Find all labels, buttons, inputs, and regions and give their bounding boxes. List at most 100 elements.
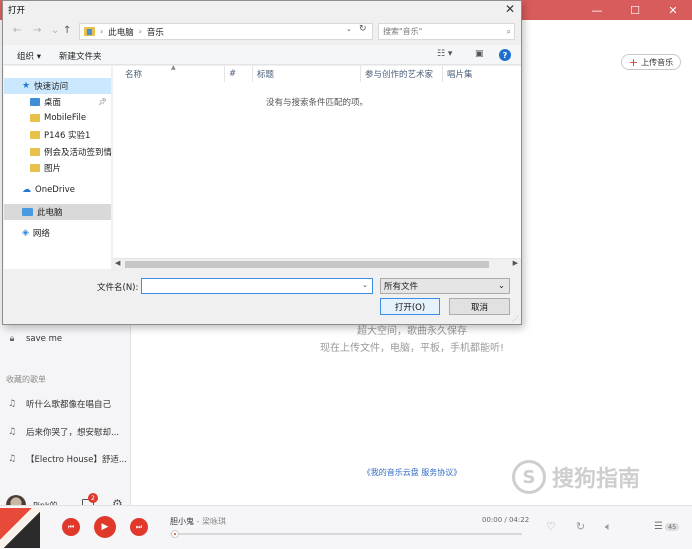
nav-item-label: 快速访问 — [34, 82, 69, 92]
refresh-icon[interactable]: ↻ — [359, 24, 367, 34]
plus-icon: + — [628, 55, 639, 69]
playlist-item[interactable]: ♫ 听什么歌都像在唱自己 — [6, 398, 111, 410]
nav-item-mobilefile[interactable]: MobileFile — [4, 110, 111, 126]
scroll-right-icon[interactable]: ▶ — [513, 259, 518, 267]
sidebar-item-label: save me — [26, 334, 63, 344]
dialog-nav-row: ← → ⌄ ↑ › 此电脑 › 音乐 ⌄ ↻ 搜索"音乐" ⌕ — [3, 21, 521, 43]
nav-item-label: 网络 — [32, 229, 50, 239]
scroll-left-icon[interactable]: ◀ — [115, 259, 120, 267]
nav-item-label: MobileFile — [44, 113, 87, 123]
loop-icon[interactable]: ↻ — [576, 520, 585, 534]
playlist-button[interactable]: ☰ 45 — [654, 521, 680, 532]
playlist-icon: ♫ — [7, 399, 17, 409]
search-input[interactable]: 搜索"音乐" ⌕ — [378, 23, 515, 40]
nav-item-meeting-checkin[interactable]: 例会及活动签到情况 — [4, 144, 111, 160]
playlist-count: 45 — [664, 522, 680, 531]
nav-item-desktop[interactable]: 桌面 📌︎ — [4, 94, 111, 110]
song-info: 胆小鬼 - 梁咏琪 — [170, 517, 226, 526]
address-dropdown-icon[interactable]: ⌄ — [346, 25, 352, 33]
nav-item-network[interactable]: ◈ 网络 — [4, 225, 111, 241]
nav-pane-scroll-area — [4, 258, 111, 269]
search-icon: ⌕ — [506, 26, 511, 36]
column-header-artists[interactable]: 参与创作的艺术家 — [361, 66, 443, 82]
filetype-select[interactable]: 所有文件 ⌄ — [380, 278, 510, 294]
nav-item-pictures[interactable]: 图片 — [4, 160, 111, 176]
album-art[interactable] — [0, 508, 40, 548]
pin-icon: 📌︎ — [98, 98, 107, 106]
playlist-item[interactable]: ♫ 【Electro House】舒适... — [6, 453, 127, 465]
filetype-value: 所有文件 — [384, 282, 419, 292]
horizontal-scrollbar[interactable]: ◀ ▶ — [113, 258, 521, 269]
upload-music-button[interactable]: + 上传音乐 — [621, 54, 681, 70]
chevron-down-icon: ⌄ — [497, 281, 505, 291]
close-button[interactable]: ✕ — [654, 0, 692, 20]
dialog-title: 打开 — [8, 6, 26, 16]
breadcrumb-this-pc[interactable]: 此电脑 — [108, 26, 134, 38]
folder-icon — [30, 114, 40, 122]
collected-playlists-header: 收藏的歌单 — [6, 375, 46, 384]
filename-input[interactable] — [141, 278, 373, 294]
network-icon: ◈ — [22, 228, 29, 238]
navigation-pane: ★ 快速访问 桌面 📌︎ MobileFile P146 实验1 例会及活动签到… — [4, 66, 111, 258]
column-header-number[interactable]: # — [225, 66, 253, 82]
back-button[interactable]: ← — [13, 25, 21, 36]
column-header-name[interactable]: 名称 — [121, 66, 225, 82]
lock-icon: 🔒︎ — [9, 334, 15, 344]
like-icon[interactable]: ♡ — [546, 520, 556, 534]
star-icon: ★ — [22, 81, 31, 91]
scrollbar-thumb[interactable] — [125, 261, 489, 268]
column-header-album[interactable]: 唱片集 — [443, 66, 503, 82]
nav-item-p146[interactable]: P146 实验1 — [4, 127, 111, 143]
column-header-title[interactable]: 标题 — [253, 66, 361, 82]
previous-track-button[interactable]: ⏮ — [62, 518, 80, 536]
nav-item-label: 图片 — [44, 164, 62, 174]
nav-item-onedrive[interactable]: ☁ OneDrive — [4, 182, 111, 198]
recent-locations-button[interactable]: ⌄ — [51, 25, 59, 36]
up-button[interactable]: ↑ — [63, 25, 71, 36]
filename-dropdown-icon[interactable]: ⌄ — [362, 281, 368, 289]
playback-time: 00:00 / 04:22 — [482, 516, 530, 524]
maximize-button[interactable]: ☐ — [616, 0, 654, 20]
command-bar: 组织 ▾ 新建文件夹 ☷ ▾ ▣ ? — [3, 45, 521, 65]
cancel-button[interactable]: 取消 — [449, 298, 510, 315]
filename-label: 文件名(N): — [97, 283, 139, 293]
preview-pane-icon[interactable]: ▣ — [475, 49, 484, 59]
open-button[interactable]: 打开(O) — [380, 298, 440, 315]
empty-results-message: 没有与搜索条件匹配的项。 — [265, 98, 368, 108]
breadcrumb-music[interactable]: 音乐 — [147, 26, 164, 38]
view-options-icon[interactable]: ☷ ▾ — [437, 49, 452, 59]
new-folder-button[interactable]: 新建文件夹 — [59, 50, 102, 62]
computer-icon — [22, 208, 33, 216]
music-folder-icon — [84, 27, 95, 36]
help-icon[interactable]: ? — [499, 49, 511, 61]
playlist-item[interactable]: ♫ 后来你哭了，想安慰却... — [6, 426, 119, 438]
address-bar[interactable]: › 此电脑 › 音乐 — [79, 23, 373, 40]
song-title: 胆小鬼 — [170, 517, 194, 526]
play-button[interactable]: ▶ — [94, 516, 116, 538]
playlist-icon: ☰ — [654, 521, 663, 532]
resize-grip-icon[interactable]: ⋰ — [512, 315, 519, 323]
open-file-dialog: 打开 ✕ ← → ⌄ ↑ › 此电脑 › 音乐 ⌄ ↻ 搜索"音乐" ⌕ 组织 … — [2, 0, 522, 325]
progress-track[interactable] — [170, 533, 522, 535]
volume-icon[interactable]: 🔈︎ — [605, 520, 612, 534]
nav-item-label: P146 实验1 — [44, 131, 91, 141]
nav-item-this-pc[interactable]: 此电脑 — [4, 204, 111, 220]
minimize-button[interactable]: — — [578, 0, 616, 20]
player-bar: ⏮ ▶ ⏭ 胆小鬼 - 梁咏琪 00:00 / 04:22 ♡ ↻ 🔈︎ ☰ 4… — [0, 505, 692, 549]
organize-menu[interactable]: 组织 ▾ — [17, 50, 41, 62]
desktop-icon — [30, 98, 40, 106]
cloud-icon: ☁ — [22, 185, 31, 195]
next-icon: ⏭ — [135, 522, 143, 531]
nav-item-quick-access[interactable]: ★ 快速访问 — [4, 78, 111, 94]
progress-handle[interactable] — [171, 530, 179, 538]
forward-button[interactable]: → — [33, 25, 41, 36]
next-track-button[interactable]: ⏭ — [130, 518, 148, 536]
sidebar-item-save-me[interactable]: 🔒︎ save me — [6, 334, 63, 344]
folder-icon — [30, 164, 40, 172]
window-controls: — ☐ ✕ — [578, 0, 692, 20]
nav-item-label: OneDrive — [35, 185, 75, 195]
player-controls: ♡ ↻ 🔈︎ — [546, 520, 612, 534]
nav-item-label: 此电脑 — [37, 208, 63, 218]
dialog-close-button[interactable]: ✕ — [505, 2, 515, 16]
play-icon: ▶ — [101, 522, 109, 532]
